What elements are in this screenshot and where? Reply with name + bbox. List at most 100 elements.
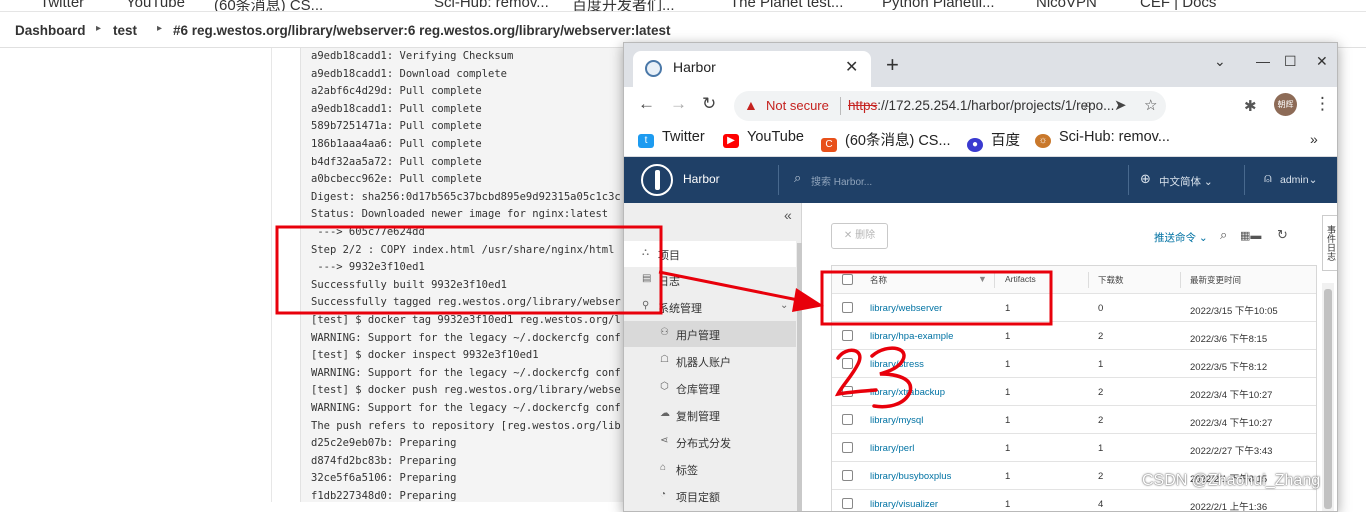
table-row[interactable]: library/xtrabackup 1 2 2022/3/4 下午10:27 (832, 378, 1316, 406)
console-line: [test] $ docker push reg.westos.org/libr… (311, 384, 621, 397)
table-row[interactable]: library/webserver 1 0 2022/3/15 下午10:05 (832, 294, 1316, 322)
sidebar-item-quotas[interactable]: ◔ 项目定额 (624, 483, 796, 509)
scrollbar-thumb[interactable] (1324, 289, 1332, 509)
row-checkbox[interactable] (842, 386, 853, 397)
artifacts-count: 1 (1005, 443, 1011, 454)
bookmark-scihub[interactable]: ☼ Sci-Hub: remov... (1035, 129, 1170, 148)
bookmark-youtube[interactable]: ▶ YouTube (723, 129, 804, 148)
star-bookmark-icon[interactable]: ☆ (1144, 96, 1157, 114)
bg-bookmark[interactable]: CEF | Docs (1140, 0, 1216, 11)
bg-bookmark[interactable]: YouTube (126, 0, 185, 11)
bg-bookmark[interactable]: The Planet test... (730, 0, 843, 11)
repository-name-link[interactable]: library/xtrabackup (870, 387, 945, 398)
sidebar-item-replications[interactable]: ☁ 复制管理 (624, 402, 796, 428)
globe-icon[interactable]: ⊕ (1140, 171, 1151, 187)
console-line: b4df32aa5a72: Pull complete (311, 155, 482, 168)
repository-name-link[interactable]: library/webserver (870, 303, 942, 314)
user-menu[interactable]: admin⌄ (1280, 174, 1317, 186)
not-secure-label[interactable]: Not secure (766, 98, 829, 113)
minimize-icon[interactable]: — (1256, 53, 1270, 69)
delete-button[interactable]: ✕ 删除 (831, 223, 888, 249)
sidebar-item-logs[interactable]: ▤ 日志 (624, 267, 796, 293)
harbor-favicon-icon (645, 60, 662, 77)
projects-icon: ⛬ (642, 247, 649, 258)
back-arrow-icon[interactable]: ← (638, 94, 655, 114)
search-input[interactable]: 搜索 Harbor... (811, 173, 872, 188)
send-icon[interactable]: ➤ (1114, 96, 1127, 114)
table-row[interactable]: library/perl 1 1 2022/2/27 下午3:43 (832, 434, 1316, 462)
pulls-count: 1 (1098, 359, 1104, 370)
breadcrumb-dashboard[interactable]: Dashboard (15, 23, 86, 38)
main-scrollbar[interactable] (1322, 283, 1334, 511)
harbor-brand[interactable]: Harbor (683, 172, 720, 186)
push-command-dropdown[interactable]: 推送命令 ⌄ (1154, 230, 1208, 245)
table-row[interactable]: library/mysql 1 2 2022/3/4 下午10:27 (832, 406, 1316, 434)
row-checkbox[interactable] (842, 302, 853, 313)
header-artifacts[interactable]: Artifacts (1005, 274, 1036, 284)
table-row[interactable]: library/visualizer 1 4 2022/2/1 上午1:36 (832, 490, 1316, 511)
header-updated[interactable]: 最新变更时间 (1190, 274, 1241, 286)
bg-bookmark[interactable]: 百度开发者们... (572, 0, 675, 11)
row-checkbox[interactable] (842, 442, 853, 453)
sidebar-item-projects[interactable]: ⛬ 项目 (624, 241, 796, 267)
repository-name-link[interactable]: library/busyboxplus (870, 471, 951, 482)
repository-name-link[interactable]: library/mysql (870, 415, 923, 426)
tab-harbor[interactable]: Harbor ✕ (633, 51, 871, 87)
row-checkbox[interactable] (842, 414, 853, 425)
breadcrumb-job[interactable]: test (113, 23, 137, 38)
bg-bookmark[interactable]: (60条消息) CS... (214, 0, 323, 11)
chevron-double-right-icon[interactable]: » (1310, 131, 1318, 147)
reload-icon[interactable]: ↻ (702, 94, 716, 114)
bg-bookmark[interactable]: Python Planetli... (882, 0, 995, 11)
repository-name-link[interactable]: library/stress (870, 359, 924, 370)
view-toggle-icon[interactable]: ▦▬ (1240, 229, 1261, 242)
new-tab-plus-icon[interactable]: + (886, 52, 899, 78)
forward-arrow-icon[interactable]: → (670, 94, 687, 114)
bg-bookmark[interactable]: Sci-Hub: remov... (434, 0, 549, 11)
sidebar-item-registries[interactable]: ⬡ 仓库管理 (624, 375, 796, 401)
sidebar-item-robot-accounts[interactable]: ☖ 机器人账户 (624, 348, 796, 374)
bookmark-csdn[interactable]: C (60条消息) CS... (821, 129, 951, 152)
filter-icon[interactable]: ▼ (978, 274, 987, 284)
zoom-search-icon[interactable]: ⌕ (1084, 96, 1092, 113)
maximize-icon[interactable]: ☐ (1284, 53, 1297, 70)
refresh-icon[interactable]: ↻ (1277, 227, 1288, 243)
close-icon[interactable]: ✕ (845, 57, 858, 77)
repositories-panel: ✕ 删除 推送命令 ⌄ ⌕ ▦▬ ↻ 事件日志 名称 ▼ Artifacts 下… (802, 203, 1337, 511)
bookmark-baidu[interactable]: ● 百度 (967, 129, 1020, 152)
row-checkbox[interactable] (842, 470, 853, 481)
table-row[interactable]: library/hpa-example 1 2 2022/3/6 下午8:15 (832, 322, 1316, 350)
select-all-checkbox[interactable] (842, 274, 853, 285)
repository-name-link[interactable]: library/perl (870, 443, 914, 454)
user-icon[interactable]: ⍝ (1264, 170, 1272, 186)
repository-name-link[interactable]: library/hpa-example (870, 331, 953, 342)
address-bar[interactable]: ▲ Not secure https://172.25.254.1/harbor… (734, 91, 1166, 121)
row-checkbox[interactable] (842, 358, 853, 369)
sidebar-item-distributions[interactable]: ⋖ 分布式分发 (624, 429, 796, 455)
bg-bookmark[interactable]: NicoVPN (1036, 0, 1097, 11)
row-checkbox[interactable] (842, 498, 853, 509)
extensions-puzzle-icon[interactable]: ✱ (1244, 97, 1257, 115)
event-log-tab[interactable]: 事件日志 (1322, 215, 1337, 271)
sidebar-item-labels[interactable]: ⌂ 标签 (624, 456, 796, 482)
sidebar-item-administration[interactable]: ⚲ 系统管理 ⌄ (624, 294, 796, 320)
window-close-icon[interactable]: ✕ (1316, 53, 1328, 70)
collapse-double-chevron-icon[interactable]: « (784, 207, 792, 223)
header-pulls[interactable]: 下载数 (1098, 274, 1124, 286)
sidebar-item-users[interactable]: ⚇ 用户管理 (624, 321, 796, 347)
language-selector[interactable]: 中文简体 ⌄ (1159, 174, 1213, 189)
repository-name-link[interactable]: library/visualizer (870, 499, 938, 510)
bg-bookmark[interactable]: Twitter (40, 0, 84, 11)
search-icon[interactable]: ⌕ (1220, 227, 1227, 243)
row-checkbox[interactable] (842, 330, 853, 341)
warning-triangle-icon[interactable]: ▲ (744, 97, 758, 113)
avatar[interactable]: 朝辉 (1274, 93, 1297, 116)
table-row[interactable]: library/stress 1 1 2022/3/5 下午8:12 (832, 350, 1316, 378)
more-menu-icon[interactable]: ⋮ (1314, 94, 1331, 114)
url-text[interactable]: https://172.25.254.1/harbor/projects/1/r… (848, 98, 1114, 113)
header-name[interactable]: 名称 (870, 274, 887, 286)
harbor-logo-icon[interactable] (641, 164, 673, 196)
bookmark-twitter[interactable]: t Twitter (638, 129, 705, 148)
breadcrumb-build[interactable]: #6 reg.westos.org/library/webserver:6 re… (173, 23, 670, 38)
chevron-down-icon[interactable]: ⌄ (1214, 53, 1226, 70)
